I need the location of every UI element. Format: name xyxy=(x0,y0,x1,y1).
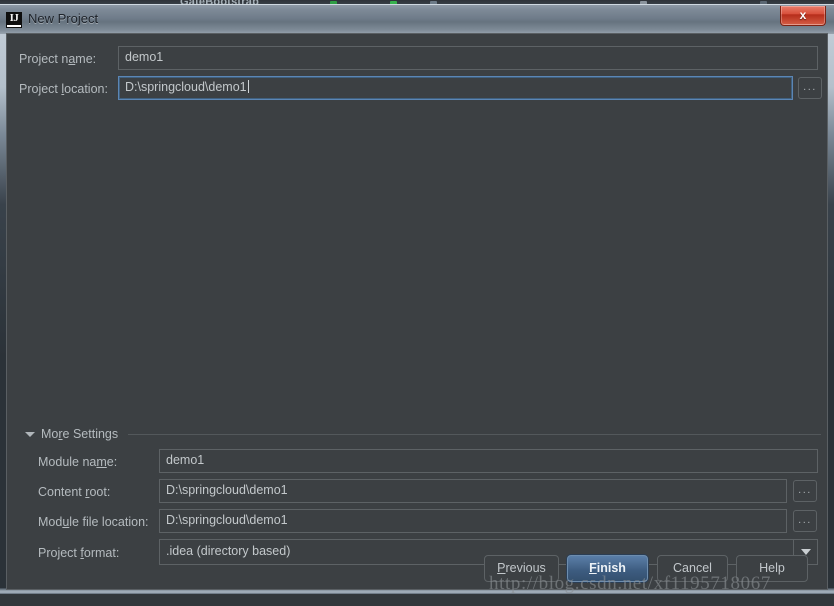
project-location-label-text: Project xyxy=(19,82,62,96)
close-button[interactable]: x xyxy=(780,6,826,26)
cancel-button[interactable]: Cancel xyxy=(657,555,728,582)
project-location-input[interactable]: D:\springcloud\demo1 xyxy=(118,76,793,100)
module-name-label-mnemonic: m xyxy=(96,455,107,469)
project-location-value: D:\springcloud\demo1 xyxy=(125,80,247,94)
window-title: New Project xyxy=(28,11,99,26)
intellij-idea-icon: IJ xyxy=(6,12,22,28)
window-frame-right xyxy=(828,4,834,594)
chevron-down-icon xyxy=(25,431,35,437)
project-format-value: .idea (directory based) xyxy=(166,544,291,558)
finish-button[interactable]: Finish xyxy=(567,555,648,582)
module-file-location-label-tail: le file location: xyxy=(69,515,149,529)
previous-button-mnemonic: P xyxy=(497,561,506,575)
more-settings-label-tail: e Settings xyxy=(62,427,119,441)
content-root-label: Content root: xyxy=(38,485,110,499)
title-bar[interactable]: IJ New Project x xyxy=(0,4,834,34)
module-file-location-label-text: Mod xyxy=(38,515,63,529)
project-name-label: Project name: xyxy=(19,52,96,66)
module-file-location-label: Module file location: xyxy=(38,515,149,529)
more-settings-label: More Settings xyxy=(41,427,118,441)
module-file-location-browse-button[interactable]: ... xyxy=(793,510,817,532)
content-root-label-text: Content xyxy=(38,485,86,499)
project-format-label: Project format: xyxy=(38,546,119,560)
finish-button-label: inish xyxy=(596,561,626,575)
new-project-dialog-window: IJ New Project x Project name: demo1 Pro… xyxy=(0,4,834,598)
previous-button-label: revious xyxy=(505,561,546,575)
project-name-label-text: Project n xyxy=(19,52,69,66)
cancel-button-label: Cancel xyxy=(673,561,712,575)
content-root-browse-button[interactable]: ... xyxy=(793,480,817,502)
project-name-label-tail: me: xyxy=(75,52,97,66)
project-format-label-tail: ormat: xyxy=(83,546,120,560)
dialog-body: Project name: demo1 Project location: D:… xyxy=(6,33,828,590)
project-format-label-text: Project xyxy=(38,546,81,560)
finish-button-mnemonic: F xyxy=(589,561,597,575)
help-button[interactable]: Help xyxy=(736,555,808,582)
module-name-input[interactable]: demo1 xyxy=(159,449,818,473)
content-root-label-tail: oot: xyxy=(89,485,111,499)
more-settings-toggle[interactable]: More Settings xyxy=(25,427,821,441)
module-file-location-input[interactable]: D:\springcloud\demo1 xyxy=(159,509,787,533)
project-name-input[interactable]: demo1 xyxy=(118,46,818,70)
previous-button[interactable]: Previous xyxy=(484,555,559,582)
help-button-label: Help xyxy=(759,561,785,575)
project-location-browse-button[interactable]: ... xyxy=(798,77,822,99)
module-name-label: Module name: xyxy=(38,455,117,469)
project-location-label-tail: ocation: xyxy=(64,82,108,96)
project-location-label: Project location: xyxy=(19,82,108,96)
text-caret xyxy=(247,80,249,93)
more-settings-label-text: Mo xyxy=(41,427,59,441)
module-name-label-tail: e: xyxy=(106,455,118,469)
screen: GateBootstrap IJ New Project x Project n… xyxy=(0,0,834,606)
separator-line xyxy=(128,433,821,435)
module-name-label-text: Module na xyxy=(38,455,97,469)
content-root-input[interactable]: D:\springcloud\demo1 xyxy=(159,479,787,503)
